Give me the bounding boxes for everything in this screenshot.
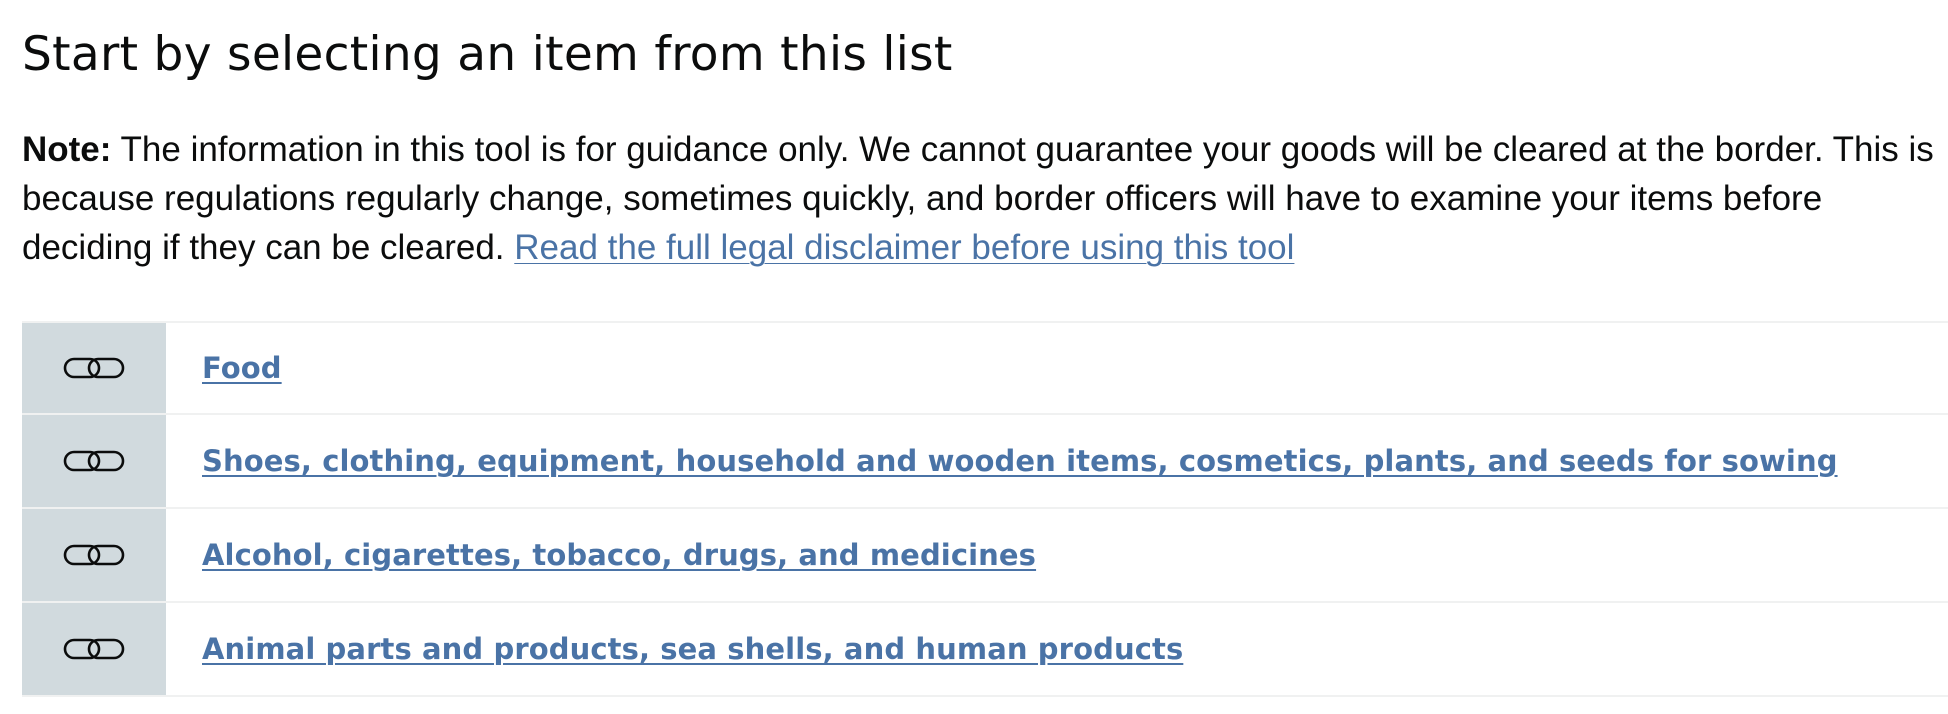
category-link-alcohol-tobacco[interactable]: Alcohol, cigarettes, tobacco, drugs, and… (202, 538, 1036, 572)
item-category-list: Food Shoes, clothing, equipment, househo… (22, 321, 1948, 697)
list-item-animal-products[interactable]: Animal parts and products, sea shells, a… (22, 603, 1948, 697)
icon-cell (22, 509, 166, 601)
icon-cell (22, 415, 166, 507)
list-item-label-cell: Food (166, 323, 1948, 413)
list-item-food[interactable]: Food (22, 323, 1948, 415)
link-icon (63, 357, 125, 379)
icon-cell (22, 323, 166, 413)
link-icon (63, 544, 125, 566)
disclaimer-note: Note: The information in this tool is fo… (22, 125, 1948, 272)
list-item-shoes-clothing[interactable]: Shoes, clothing, equipment, household an… (22, 415, 1948, 509)
category-link-food[interactable]: Food (202, 351, 282, 385)
link-icon (63, 638, 125, 660)
list-item-label-cell: Shoes, clothing, equipment, household an… (166, 415, 1948, 507)
legal-disclaimer-link[interactable]: Read the full legal disclaimer before us… (514, 228, 1294, 267)
category-link-animal-products[interactable]: Animal parts and products, sea shells, a… (202, 632, 1183, 666)
note-label: Note: (22, 130, 112, 169)
page-title: Start by selecting an item from this lis… (22, 27, 953, 82)
list-item-label-cell: Animal parts and products, sea shells, a… (166, 603, 1948, 695)
icon-cell (22, 603, 166, 695)
main-content: Start by selecting an item from this lis… (22, 0, 1948, 272)
category-link-shoes-clothing[interactable]: Shoes, clothing, equipment, household an… (202, 444, 1838, 478)
list-item-label-cell: Alcohol, cigarettes, tobacco, drugs, and… (166, 509, 1948, 601)
list-item-alcohol-tobacco[interactable]: Alcohol, cigarettes, tobacco, drugs, and… (22, 509, 1948, 603)
link-icon (63, 450, 125, 472)
